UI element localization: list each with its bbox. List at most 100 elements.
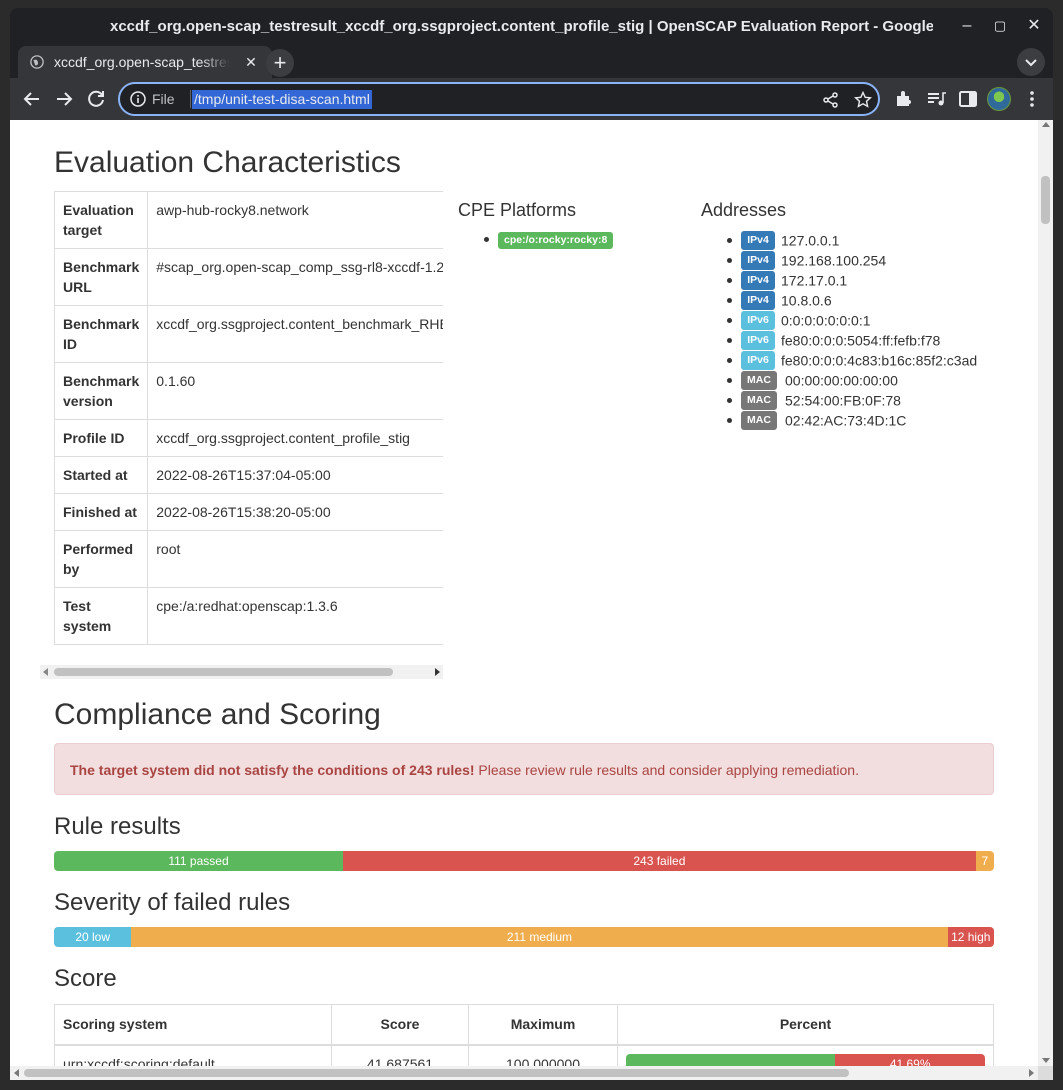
forward-icon[interactable] — [52, 87, 76, 111]
scrollbar-corner — [1038, 1066, 1053, 1080]
address-value: fe80:0:0:0:4c83:b16c:85f2:c3ad — [781, 352, 978, 369]
scroll-thumb[interactable] — [54, 668, 393, 676]
characteristic-key: Profile ID — [54, 419, 149, 457]
characteristic-value: #scap_org.open-scap_comp_ssg-rl8-xccdf-1… — [147, 248, 443, 306]
address-type-badge: MAC — [741, 391, 777, 410]
list-item: cpe:/o:rocky:rocky:8 — [483, 230, 614, 249]
close-window-button[interactable]: ✕ — [1022, 14, 1046, 38]
evaluation-characteristics-heading: Evaluation Characteristics — [54, 146, 401, 179]
address-item: MAC 02:42:AC:73:4D:1C — [726, 411, 977, 431]
page-vertical-scrollbar[interactable] — [1038, 120, 1053, 1066]
scroll-up-arrow-icon[interactable] — [1042, 122, 1050, 127]
address-item: IPv6 0:0:0:0:0:0:0:1 — [726, 311, 977, 331]
scroll-right-arrow-icon[interactable] — [435, 668, 440, 676]
maximize-button[interactable]: ▢ — [988, 14, 1012, 38]
reload-icon[interactable] — [84, 87, 108, 111]
address-item: IPv4 127.0.0.1 — [726, 231, 977, 251]
characteristic-value: 0.1.60 — [147, 362, 443, 420]
characteristic-key: Test system — [54, 587, 149, 645]
characteristic-key: Started at — [54, 456, 149, 494]
characteristic-key: Performed by — [54, 530, 149, 588]
page-content: Evaluation Characteristics Evaluation ta… — [10, 120, 1053, 1066]
minimize-button[interactable]: – — [955, 14, 979, 38]
severity-heading: Severity of failed rules — [54, 889, 291, 916]
address-type-badge: IPv6 — [741, 331, 775, 350]
score-percent-bar: 41.69% — [626, 1053, 985, 1066]
characteristic-value: xccdf_org.ssgproject.content_benchmark_R… — [147, 305, 443, 363]
table-horizontal-scrollbar[interactable] — [40, 665, 443, 679]
address-item: MAC 52:54:00:FB:0F:78 — [726, 391, 977, 411]
address-item: IPv4 172.17.0.1 — [726, 271, 977, 291]
chevron-down-icon — [1025, 59, 1037, 67]
scroll-left-arrow-icon[interactable] — [43, 668, 48, 676]
page-horizontal-scrollbar[interactable] — [10, 1066, 1038, 1080]
score-bar-achieved — [626, 1053, 836, 1066]
address-value: 52:54:00:FB:0F:78 — [785, 392, 901, 409]
profile-avatar[interactable] — [987, 87, 1011, 111]
address-value: 127.0.0.1 — [781, 232, 840, 249]
address-item: IPv4 10.8.0.6 — [726, 291, 977, 311]
rule-result-segment: 243 failed — [343, 851, 976, 871]
side-panel-icon[interactable] — [956, 87, 980, 111]
col-score: Score — [331, 1004, 469, 1046]
info-icon[interactable] — [130, 91, 146, 107]
col-scoring-system: Scoring system — [54, 1004, 332, 1046]
address-item: IPv6 fe80:0:0:0:4c83:b16c:85f2:c3ad — [726, 351, 978, 371]
url-scheme: File — [152, 91, 175, 107]
col-percent: Percent — [617, 1004, 994, 1046]
table-row: Performed by root — [54, 530, 443, 588]
back-icon[interactable] — [20, 87, 44, 111]
characteristic-value: 2022-08-26T15:37:04-05:00 — [147, 456, 443, 494]
scroll-thumb[interactable] — [24, 1069, 849, 1077]
characteristic-key: Benchmark ID — [54, 305, 149, 363]
address-type-badge: MAC — [741, 411, 777, 430]
address-type-badge: IPv4 — [741, 271, 775, 290]
window-titlebar: xccdf_org.open-scap_testresult_xccdf_org… — [10, 8, 1053, 44]
extensions-icon[interactable] — [892, 87, 916, 111]
characteristic-key: Benchmark URL — [54, 248, 149, 306]
cpe-list: cpe:/o:rocky:rocky:8 — [483, 230, 614, 249]
characteristic-value: root — [147, 530, 443, 588]
omnibox-divider — [190, 90, 191, 108]
new-tab-button[interactable]: + — [266, 49, 294, 77]
address-type-badge: MAC — [741, 371, 777, 390]
addresses-heading: Addresses — [701, 200, 787, 220]
severity-segment: 211 medium — [131, 927, 948, 947]
address-item: IPv6 fe80:0:0:0:5054:ff:fefb:f78 — [726, 331, 977, 351]
address-value: 172.17.0.1 — [781, 272, 848, 289]
url-text[interactable]: /tmp/unit-test-disa-scan.html — [192, 90, 372, 109]
rule-results-bar: 111 passed 243 failed 7 — [54, 851, 994, 871]
rule-result-segment: 7 — [975, 851, 994, 871]
address-value: 02:42:AC:73:4D:1C — [785, 412, 907, 429]
table-row: Finished at 2022-08-26T15:38:20-05:00 — [54, 493, 443, 531]
address-type-badge: IPv4 — [741, 251, 775, 270]
alert-text: Please review rule results and consider … — [474, 762, 859, 778]
bookmark-star-icon[interactable] — [854, 91, 872, 109]
address-value: 10.8.0.6 — [781, 292, 832, 309]
tab-search-button[interactable] — [1017, 48, 1045, 76]
address-item: IPv4 192.168.100.254 — [726, 251, 977, 271]
browser-toolbar: File /tmp/unit-test-disa-scan.html — [10, 78, 1053, 120]
scroll-right-arrow-icon[interactable] — [1029, 1069, 1034, 1077]
address-bar[interactable]: File /tmp/unit-test-disa-scan.html — [118, 82, 880, 116]
compliance-alert: The target system did not satisfy the co… — [54, 743, 994, 795]
menu-kebab-icon[interactable] — [1020, 87, 1044, 111]
scroll-down-arrow-icon[interactable] — [1042, 1058, 1050, 1063]
severity-segment: 20 low — [54, 927, 132, 947]
table-row: Evaluation target awp-hub-rocky8.network — [54, 191, 443, 249]
scroll-left-arrow-icon[interactable] — [14, 1069, 19, 1077]
characteristic-key: Finished at — [54, 493, 149, 531]
media-control-icon[interactable] — [924, 87, 948, 111]
table-row: Benchmark ID xccdf_org.ssgproject.content… — [54, 305, 443, 363]
table-row: Benchmark version 0.1.60 — [54, 362, 443, 420]
tab-report[interactable]: xccdf_org.open-scap_testresult_xccdf_org… — [18, 46, 272, 78]
share-icon[interactable] — [822, 91, 840, 109]
score-system-cell: urn:xccdf:scoring:default — [54, 1044, 332, 1066]
scroll-thumb[interactable] — [1041, 176, 1050, 224]
address-value: 00:00:00:00:00:00 — [785, 372, 898, 389]
characteristic-key: Benchmark version — [54, 362, 149, 420]
score-value-cell: 41.687561 — [331, 1044, 469, 1066]
characteristic-value: xccdf_org.ssgproject.content_profile_sti… — [147, 419, 443, 457]
cpe-platforms-heading: CPE Platforms — [458, 200, 577, 220]
tab-close-icon[interactable]: ✕ — [242, 53, 260, 71]
